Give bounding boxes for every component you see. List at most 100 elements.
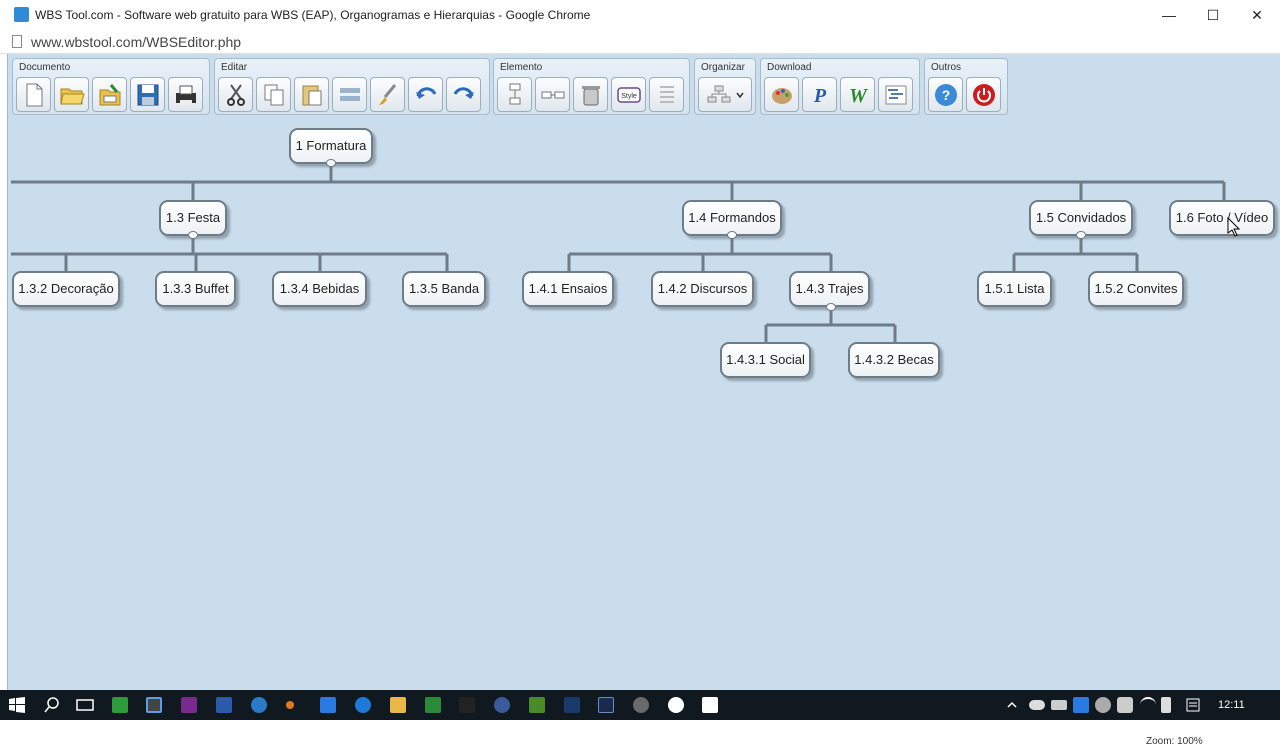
photoshop-icon[interactable] xyxy=(564,697,580,713)
save-button[interactable] xyxy=(130,77,165,112)
add-vertical-node-button[interactable] xyxy=(497,77,532,112)
print-button[interactable] xyxy=(168,77,203,112)
exit-button[interactable] xyxy=(966,77,1001,112)
xml-import-button[interactable] xyxy=(92,77,127,112)
app-c-icon[interactable] xyxy=(112,697,128,713)
collapse-toggle-icon[interactable] xyxy=(188,231,198,239)
wbs-canvas[interactable]: 1 Formatura 1.3 Festa 1.4 Formandos 1.5 … xyxy=(8,116,1280,747)
minimize-button[interactable]: — xyxy=(1147,0,1191,30)
wbs-node[interactable]: 1.4.3.1 Social xyxy=(720,342,811,378)
tray-app-icon[interactable] xyxy=(1051,700,1067,710)
collapse-toggle-icon[interactable] xyxy=(1076,231,1086,239)
address-bar[interactable]: www.wbstool.com/WBSEditor.php xyxy=(0,30,1280,54)
group-label: Editar xyxy=(221,62,248,73)
help-button[interactable]: ? xyxy=(928,77,963,112)
app-camera-icon[interactable] xyxy=(633,697,649,713)
collapse-toggle-icon[interactable] xyxy=(326,159,336,167)
print-icon xyxy=(175,85,196,105)
paste-button[interactable] xyxy=(294,77,329,112)
word-taskbar-icon[interactable] xyxy=(216,697,232,713)
wbs-node[interactable]: 1.4.2 Discursos xyxy=(651,271,754,307)
group-label: Documento xyxy=(19,62,71,73)
cut-icon xyxy=(226,83,245,106)
dropbox-tray-icon[interactable] xyxy=(1073,697,1089,713)
cut-button[interactable] xyxy=(218,77,253,112)
redo-button[interactable] xyxy=(446,77,481,112)
delete-trash-icon xyxy=(581,85,600,105)
toolbar-group-documento: Documento xyxy=(12,58,210,115)
wbs-node[interactable]: 1.3.4 Bebidas xyxy=(272,271,367,307)
taskbar-clock[interactable]: 12:11 xyxy=(1218,699,1245,711)
close-button[interactable]: ✕ xyxy=(1235,0,1279,30)
undo-icon xyxy=(415,86,436,99)
style-button[interactable]: Style xyxy=(611,77,646,112)
chrome-icon[interactable] xyxy=(146,697,162,713)
wbs-node[interactable]: 1.5.1 Lista xyxy=(977,271,1052,307)
redo-icon xyxy=(453,86,474,99)
wbs-node[interactable]: 1.4.3 Trajes xyxy=(789,271,870,307)
arrange-dropdown-button[interactable] xyxy=(698,77,752,112)
app-at-icon[interactable] xyxy=(251,697,267,713)
download-image-button[interactable] xyxy=(764,77,799,112)
sync-tray-icon[interactable] xyxy=(1095,697,1111,713)
download-project-button[interactable] xyxy=(878,77,913,112)
app-k-icon[interactable] xyxy=(459,697,475,713)
app-globe-icon[interactable] xyxy=(494,697,510,713)
app-white-c-icon[interactable] xyxy=(702,697,718,713)
format-brush-button[interactable] xyxy=(370,77,405,112)
svg-text:P: P xyxy=(812,85,826,107)
collapse-toggle-icon[interactable] xyxy=(826,303,836,311)
open-button[interactable] xyxy=(54,77,89,112)
arrange-layout-icon xyxy=(707,85,730,102)
collapse-toggle-icon[interactable] xyxy=(727,231,737,239)
list-button[interactable] xyxy=(649,77,684,112)
task-view-icon[interactable] xyxy=(76,697,94,713)
align-button[interactable] xyxy=(332,77,367,112)
shield-tray-icon[interactable] xyxy=(1117,697,1133,713)
edge-icon[interactable] xyxy=(355,697,371,713)
search-icon[interactable] xyxy=(44,697,60,713)
copy-icon xyxy=(264,84,283,105)
chevron-up-icon[interactable] xyxy=(1006,699,1018,711)
app-dot-icon[interactable] xyxy=(286,701,294,709)
app-r-icon[interactable] xyxy=(529,697,545,713)
wbs-node-selected[interactable]: 1.6 Foto / Vídeo xyxy=(1169,200,1275,236)
onenote-icon[interactable] xyxy=(181,697,197,713)
add-vertical-node-icon xyxy=(509,83,520,104)
wbs-node[interactable]: 1.5.2 Convites xyxy=(1088,271,1184,307)
maximize-button[interactable]: ☐ xyxy=(1191,0,1235,30)
wbs-node[interactable]: 1.3.3 Buffet xyxy=(155,271,236,307)
dropbox-icon[interactable] xyxy=(320,697,336,713)
toolbar-group-download: Download P W xyxy=(760,58,920,115)
notifications-icon[interactable] xyxy=(1186,698,1200,712)
wbs-node[interactable]: 1.4.3.2 Becas xyxy=(848,342,940,378)
wbs-node[interactable]: 1.4.1 Ensaios xyxy=(522,271,614,307)
chevron-down-icon xyxy=(735,92,744,98)
windows-start-icon[interactable] xyxy=(9,697,25,713)
add-horizontal-node-button[interactable] xyxy=(535,77,570,112)
download-powerpoint-button[interactable]: P xyxy=(802,77,837,112)
window-title: WBS Tool.com - Software web gratuito par… xyxy=(35,8,591,22)
app-green-icon[interactable] xyxy=(425,697,441,713)
power-exit-icon xyxy=(972,83,995,106)
toolbar-group-organizar: Organizar xyxy=(694,58,756,115)
xml-import-icon xyxy=(99,83,120,105)
style-button-text: Style xyxy=(621,93,637,100)
save-icon xyxy=(137,84,158,105)
download-word-button[interactable]: W xyxy=(840,77,875,112)
toolbar-group-editar: Editar xyxy=(214,58,490,115)
file-explorer-icon[interactable] xyxy=(390,697,406,713)
wbs-tool-favicon-icon xyxy=(14,7,29,22)
delete-button[interactable] xyxy=(573,77,608,112)
onedrive-icon[interactable] xyxy=(1029,700,1045,710)
url-text[interactable]: www.wbstool.com/WBSEditor.php xyxy=(31,34,241,50)
new-document-button[interactable] xyxy=(16,77,51,112)
copy-button[interactable] xyxy=(256,77,291,112)
app-lr-icon[interactable] xyxy=(598,697,614,713)
volume-icon[interactable] xyxy=(1161,697,1171,713)
wbs-node[interactable]: 1.3.5 Banda xyxy=(402,271,486,307)
undo-button[interactable] xyxy=(408,77,443,112)
app-play-icon[interactable] xyxy=(668,697,684,713)
wifi-icon[interactable] xyxy=(1140,697,1156,713)
wbs-node[interactable]: 1.3.2 Decoração xyxy=(12,271,120,307)
